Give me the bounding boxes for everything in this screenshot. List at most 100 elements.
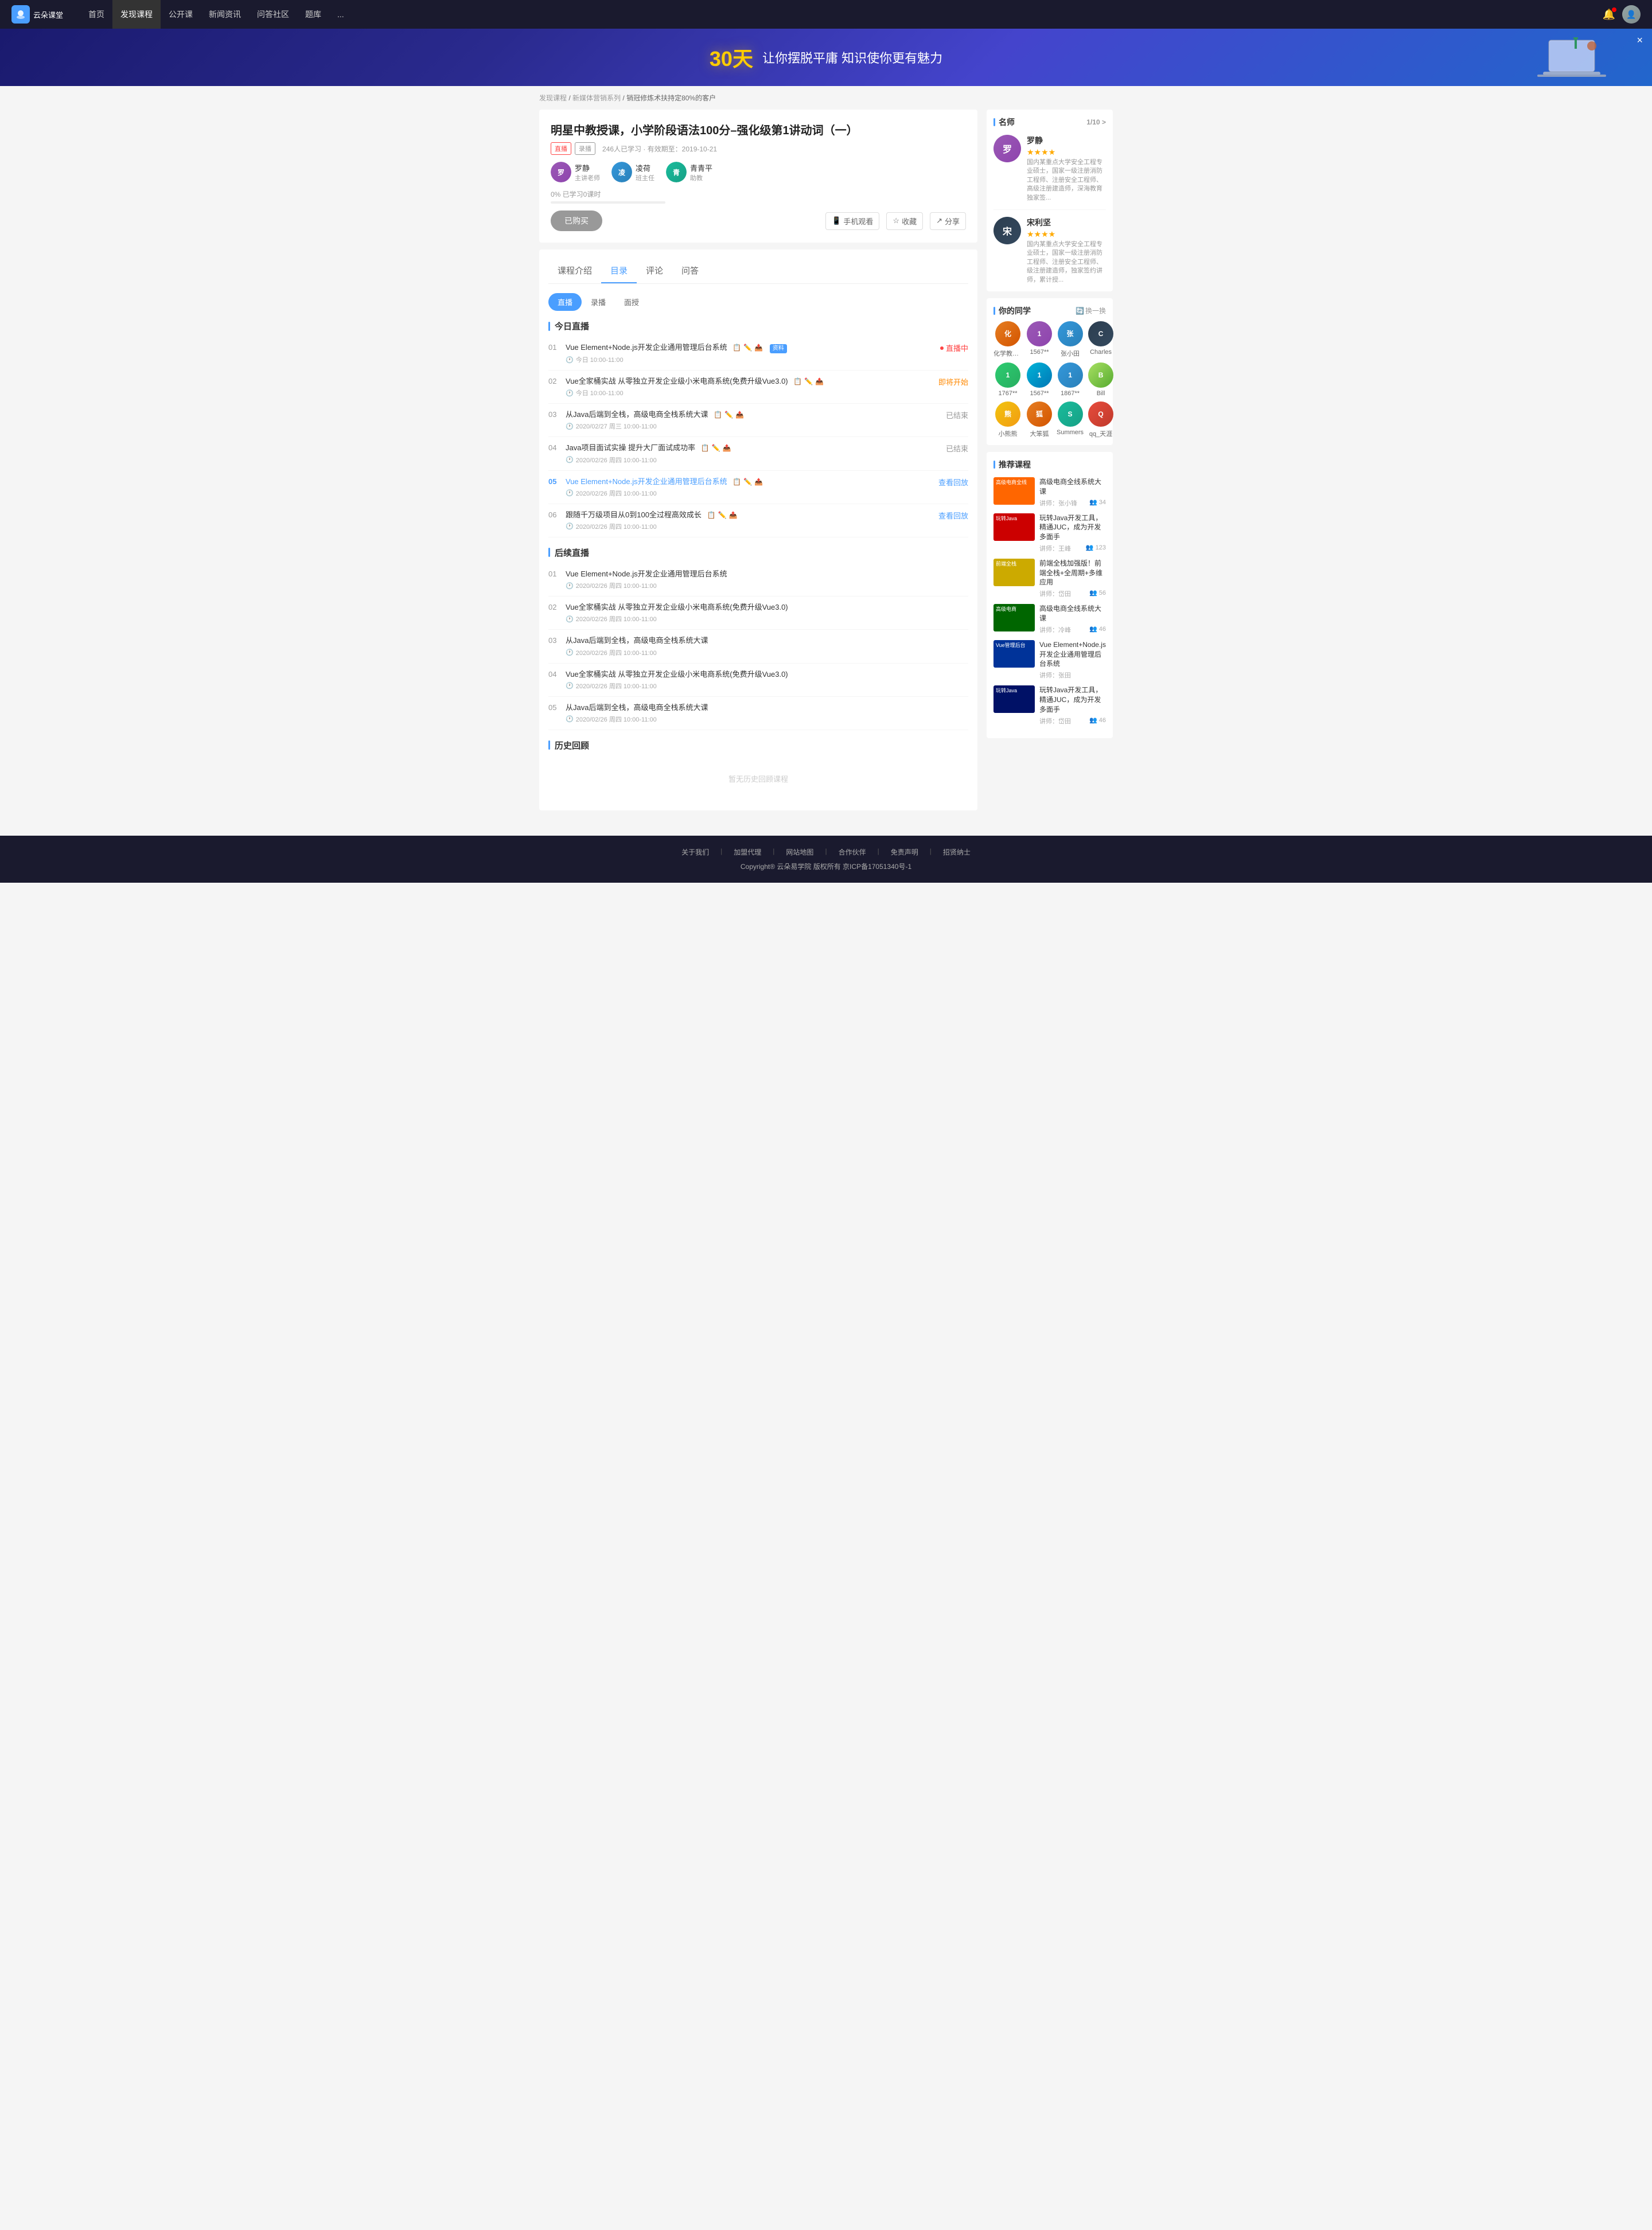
notification-bell[interactable]: 🔔 xyxy=(1603,9,1615,21)
banner-close-button[interactable]: × xyxy=(1637,34,1643,46)
nav-link-6[interactable]: ... xyxy=(329,0,352,29)
mobile-watch-button[interactable]: 📱 手机观看 xyxy=(825,212,879,230)
student-item[interactable]: 狐 大笨狐 xyxy=(1027,401,1052,438)
lesson-icon[interactable]: 📋 xyxy=(707,510,716,520)
tab-课程介绍[interactable]: 课程介绍 xyxy=(548,259,601,283)
nav-link-2[interactable]: 公开课 xyxy=(161,0,201,29)
lesson-icon[interactable]: ✏️ xyxy=(712,443,720,453)
sub-tab-面授[interactable]: 面授 xyxy=(615,293,648,311)
lesson-icon[interactable]: 📋 xyxy=(733,477,741,487)
student-item[interactable]: 1 1767** xyxy=(993,362,1022,397)
user-avatar[interactable]: 👤 xyxy=(1622,5,1641,24)
student-item[interactable]: C Charles xyxy=(1088,321,1113,358)
lesson-icon[interactable]: ✏️ xyxy=(804,377,813,387)
student-item[interactable]: 熊 小熊熊 xyxy=(993,401,1022,438)
student-item[interactable]: S Summers xyxy=(1057,401,1084,438)
lesson-title-text: Vue Element+Node.js开发企业通用管理后台系统 📋✏️📤 资料 xyxy=(566,342,934,353)
footer-link-3[interactable]: 合作伙伴 xyxy=(839,847,866,857)
rec-thumb-text: 高级电商全线 xyxy=(993,477,1035,488)
rec-info: 玩转Java开发工具，精通JUC，成为开发多面手 讲师：岱田 👥 46 xyxy=(1039,685,1106,725)
logo[interactable]: 云朵课堂 xyxy=(11,5,63,24)
future-lesson-title: 从Java后端到全栈，高级电商全栈系统大课 xyxy=(566,636,968,646)
student-avatar: S xyxy=(1058,401,1083,427)
lesson-icon[interactable]: ✏️ xyxy=(724,410,733,420)
future-live-title: 后续直播 xyxy=(548,547,968,559)
student-name: 1567** xyxy=(1030,349,1049,356)
lesson-status-replay[interactable]: 查看回放 xyxy=(933,510,968,521)
lesson-icon[interactable]: 📤 xyxy=(728,510,737,520)
student-item[interactable]: 1 1567** xyxy=(1027,362,1052,397)
nav-link-3[interactable]: 新闻资讯 xyxy=(201,0,249,29)
buy-button[interactable]: 已购买 xyxy=(551,210,602,231)
breadcrumb-link-series[interactable]: 新媒体营销系列 xyxy=(572,94,621,102)
recommended-item[interactable]: 高级电商全线 高级电商全线系统大课 讲师：张小锋 👥 34 xyxy=(993,477,1106,508)
lesson-icon[interactable]: 📋 xyxy=(701,443,710,453)
lesson-time-text: 今日 10:00-11:00 xyxy=(576,355,624,364)
lesson-icon[interactable]: 📤 xyxy=(815,377,824,387)
teachers-nav-text[interactable]: 1/10 > xyxy=(1086,118,1106,126)
footer-link-5[interactable]: 招贤纳士 xyxy=(943,847,971,857)
recommended-item[interactable]: 玩转Java 玩转Java开发工具，精通JUC，成为开发多面手 讲师：王峰 👥 … xyxy=(993,513,1106,553)
sidebar-teacher-initials: 宋 xyxy=(1003,224,1012,237)
tab-目录[interactable]: 目录 xyxy=(601,259,637,283)
future-lesson-item: 02 Vue全家桶实战 从零独立开发企业级小米电商系统(免费升级Vue3.0) … xyxy=(548,597,968,630)
tab-评论[interactable]: 评论 xyxy=(637,259,672,283)
lesson-icon[interactable]: 📤 xyxy=(735,410,744,420)
student-item[interactable]: 化 化学教书... xyxy=(993,321,1022,358)
student-item[interactable]: 张 张小田 xyxy=(1057,321,1084,358)
teachers-nav[interactable]: 1/10 > xyxy=(1086,118,1106,126)
lesson-icon[interactable]: ✏️ xyxy=(743,477,752,487)
future-lesson-number: 04 xyxy=(548,669,566,679)
footer-link-4[interactable]: 免责声明 xyxy=(891,847,918,857)
lesson-status-replay[interactable]: 查看回放 xyxy=(933,477,968,488)
collect-button[interactable]: ☆ 收藏 xyxy=(886,212,923,230)
nav-link-4[interactable]: 问答社区 xyxy=(249,0,297,29)
lesson-icon[interactable]: 📋 xyxy=(733,343,741,353)
nav-link-1[interactable]: 发现课程 xyxy=(112,0,161,29)
recommended-item[interactable]: 高级电商 高级电商全线系统大课 讲师：冷峰 👥 46 xyxy=(993,604,1106,634)
sub-tab-录播[interactable]: 录播 xyxy=(582,293,615,311)
student-item[interactable]: Q qq_天涯 xyxy=(1088,401,1113,438)
footer-link-2[interactable]: 网站地图 xyxy=(786,847,813,857)
student-item[interactable]: B Bill xyxy=(1088,362,1113,397)
footer-link-1[interactable]: 加盟代理 xyxy=(734,847,761,857)
lesson-icon[interactable]: 📋 xyxy=(714,410,722,420)
lesson-tag: 资料 xyxy=(770,344,787,353)
student-initials: 1 xyxy=(1038,330,1042,338)
swap-button[interactable]: 🔄 换一换 xyxy=(1076,306,1106,315)
sub-tab-直播[interactable]: 直播 xyxy=(548,293,582,311)
rec-thumbnail: 高级电商全线 xyxy=(993,477,1035,505)
recommended-item[interactable]: Vue管理后台 Vue Element+Node.js开发企业通用管理后台系统 … xyxy=(993,640,1106,680)
recommended-list: 高级电商全线 高级电商全线系统大课 讲师：张小锋 👥 34 玩转Java 玩转J… xyxy=(993,477,1106,726)
lesson-number: 02 xyxy=(548,376,566,385)
breadcrumb-link-discover[interactable]: 发现课程 xyxy=(539,94,567,102)
sidebar-teacher-name: 宋利坚 xyxy=(1027,217,1106,228)
footer-divider-3: | xyxy=(878,847,879,857)
live-label: 直播中 xyxy=(946,342,968,353)
footer-link-0[interactable]: 关于我们 xyxy=(681,847,709,857)
student-name: Summers xyxy=(1057,429,1084,436)
rec-info: 高级电商全线系统大课 讲师：张小锋 👥 34 xyxy=(1039,477,1106,508)
future-lesson-time: 🕐 2020/02/26 周四 10:00-11:00 xyxy=(566,581,968,590)
nav-link-5[interactable]: 题库 xyxy=(297,0,329,29)
lesson-icon[interactable]: 📤 xyxy=(723,443,731,453)
share-button[interactable]: ↗ 分享 xyxy=(930,212,966,230)
lesson-icon[interactable]: ✏️ xyxy=(718,510,727,520)
student-name: 1567** xyxy=(1030,390,1049,397)
recommended-item[interactable]: 前端全栈 前端全栈加强版！前端全栈+全周期+多维应用 讲师：岱田 👥 56 xyxy=(993,559,1106,598)
teacher-name: 罗静 xyxy=(575,162,600,173)
nav-link-0[interactable]: 首页 xyxy=(80,0,112,29)
lesson-icon[interactable]: 📤 xyxy=(754,477,763,487)
rec-lecturer: 讲师：冷峰 xyxy=(1039,625,1071,634)
student-item[interactable]: 1 1867** xyxy=(1057,362,1084,397)
teachers-list: 罗 罗静 ★★★★ 国内某重点大学安全工程专业硕士，国家一级注册消防工程师、注册… xyxy=(993,135,1106,284)
recommended-title-text: 推荐课程 xyxy=(999,459,1031,470)
recommended-item[interactable]: 玩转Java 玩转Java开发工具，精通JUC，成为开发多面手 讲师：岱田 👥 … xyxy=(993,685,1106,725)
student-initials: C xyxy=(1098,330,1104,338)
lesson-icon[interactable]: ✏️ xyxy=(743,343,752,353)
student-item[interactable]: 1 1567** xyxy=(1027,321,1052,358)
lesson-icon[interactable]: 📤 xyxy=(754,343,763,353)
lesson-icon[interactable]: 📋 xyxy=(793,377,802,387)
teacher-role: 主讲老师 xyxy=(575,173,600,182)
tab-问答[interactable]: 问答 xyxy=(672,259,708,283)
